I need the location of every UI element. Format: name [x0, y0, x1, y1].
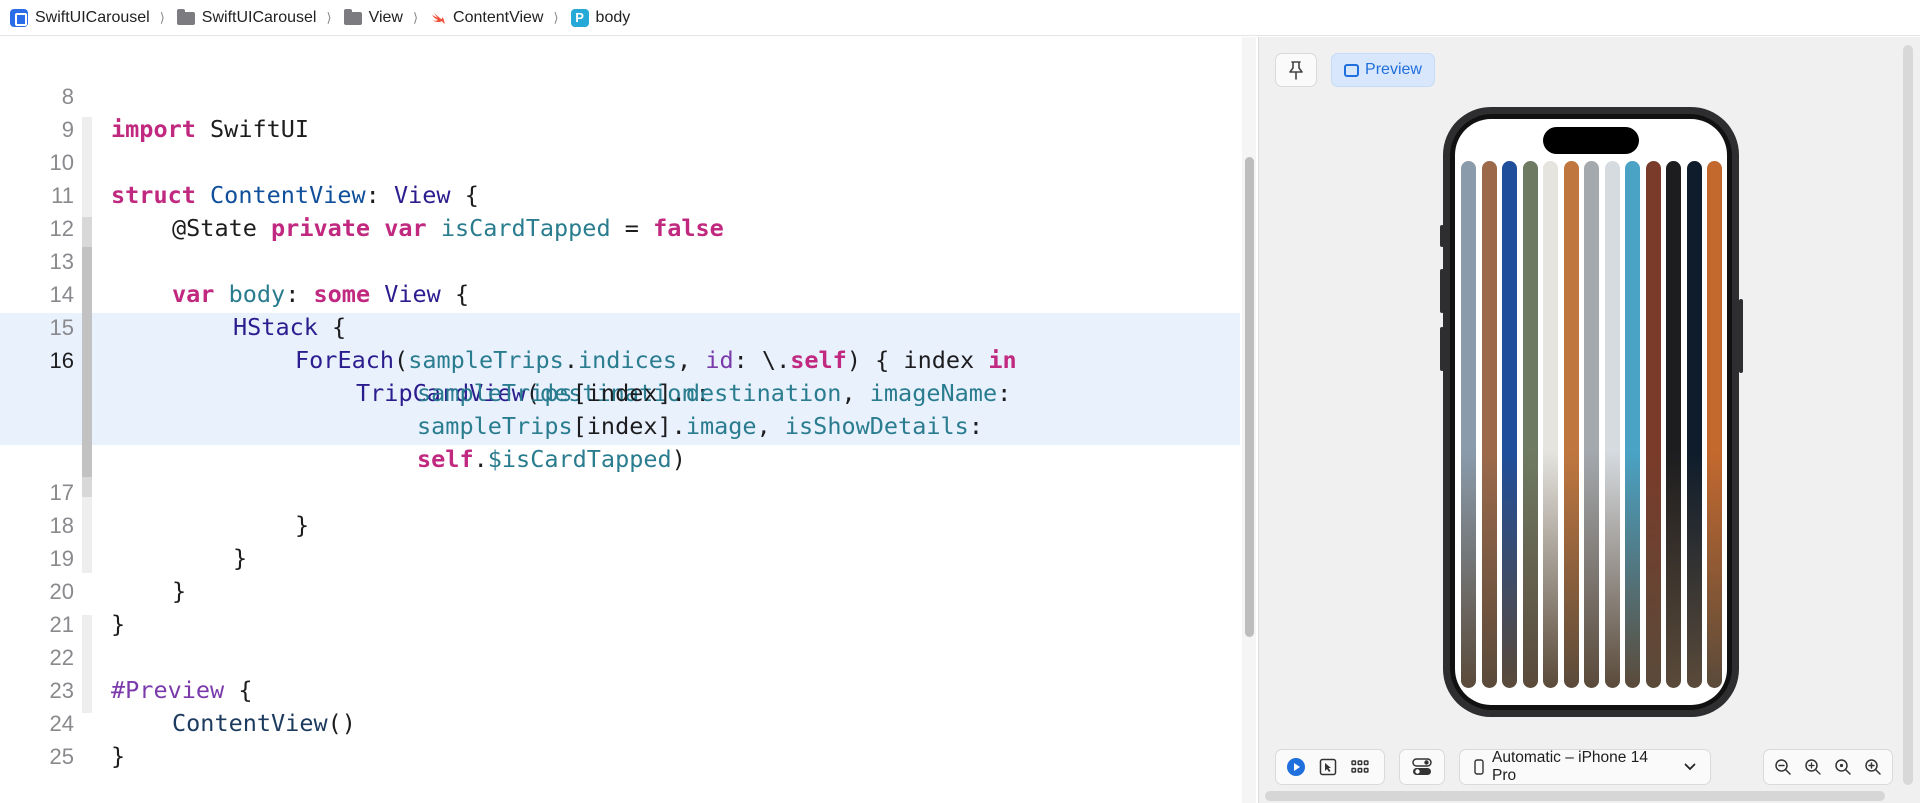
dynamic-island [1543, 127, 1639, 154]
code-line[interactable]: 8 import SwiftUI [0, 47, 1240, 143]
zoom-to-fit-button[interactable] [1800, 753, 1826, 781]
preview-canvas: Preview Automatic – iPhone 14 Pro [1258, 37, 1920, 803]
code-line[interactable]: 15 ForEach(sampleTrips.indices, id: \.se… [0, 278, 1240, 374]
swift-file-icon [432, 12, 446, 24]
device-picker[interactable]: Automatic – iPhone 14 Pro [1459, 749, 1711, 785]
breadcrumb-separator: ⟩ [412, 9, 419, 25]
code-line[interactable]: 11 @State private var isCardTapped = fal… [0, 146, 1240, 242]
zoom-in-icon [1865, 759, 1881, 775]
selectable-mode-button[interactable] [1314, 753, 1342, 781]
breadcrumb-separator: ⟩ [326, 9, 332, 25]
punctuation: } [111, 742, 126, 770]
code-line[interactable]: 17 } [0, 443, 1240, 539]
device-settings-group [1399, 749, 1445, 785]
trip-card[interactable] [1502, 161, 1517, 688]
device-frame [1443, 107, 1739, 717]
device-screen[interactable] [1455, 119, 1727, 705]
editor-scrollbar[interactable] [1242, 37, 1256, 803]
breadcrumb-label: SwiftUICarousel [35, 8, 150, 26]
app-icon [10, 8, 28, 27]
trip-card[interactable] [1481, 161, 1497, 688]
zoom-controls [1763, 749, 1893, 785]
breadcrumb-separator: ⟩ [159, 9, 165, 25]
preview-label: Preview [1365, 61, 1422, 78]
grid-icon [1351, 760, 1369, 773]
breadcrumb-item-project[interactable]: SwiftUICarousel [10, 8, 150, 27]
line-number: 25 [49, 744, 74, 769]
code-line[interactable]: 23 ContentView() [0, 641, 1240, 737]
code-line[interactable]: 18 } [0, 476, 1240, 572]
code-line[interactable]: 20 } [0, 542, 1240, 638]
code-line-wrap[interactable]: sampleTrips[index].destination, imageNam… [0, 344, 1240, 407]
canvas-toolbar: Automatic – iPhone 14 Pro [1259, 749, 1920, 789]
code-line[interactable]: 19 } [0, 509, 1240, 605]
zoom-actual-button[interactable] [1830, 753, 1856, 781]
canvas-horizontal-scrollbar[interactable] [1265, 791, 1885, 801]
trip-card[interactable] [1686, 161, 1702, 688]
code-line[interactable]: 9 [0, 80, 1240, 142]
code-line-wrap[interactable]: sampleTrips[index].image, isShowDetails: [0, 377, 1240, 440]
zoom-out-button[interactable] [1770, 753, 1796, 781]
trip-card[interactable] [1645, 161, 1661, 688]
preview-tab-button[interactable]: Preview [1331, 53, 1435, 87]
code-line[interactable]: 25 [0, 707, 1240, 769]
zoom-actual-icon [1835, 759, 1851, 775]
breadcrumb-item-group[interactable]: SwiftUICarousel [176, 8, 317, 27]
code-line[interactable]: 10 struct ContentView: View { [0, 113, 1240, 209]
trip-card[interactable] [1461, 161, 1476, 688]
code-line-wrap[interactable]: self.$isCardTapped) [0, 410, 1240, 473]
property-icon: P [570, 8, 589, 27]
toggles-icon [1412, 758, 1432, 775]
breadcrumb-label: body [595, 8, 631, 26]
trip-card[interactable] [1707, 161, 1722, 688]
live-mode-button[interactable] [1282, 753, 1310, 781]
canvas-vertical-scrollbar[interactable] [1903, 45, 1913, 785]
breadcrumb: SwiftUICarousel ⟩ SwiftUICarousel ⟩ View… [0, 0, 1920, 36]
code-line[interactable]: 21 [0, 575, 1240, 637]
breadcrumb-label: ContentView [453, 8, 544, 26]
folder-icon [343, 9, 362, 25]
zoom-out-icon [1775, 759, 1791, 775]
variants-mode-button[interactable] [1346, 753, 1374, 781]
trip-card[interactable] [1584, 161, 1599, 688]
preview-icon [1344, 63, 1360, 77]
code-line[interactable]: 22 #Preview { [0, 608, 1240, 704]
trip-card[interactable] [1522, 161, 1538, 688]
trip-card[interactable] [1625, 161, 1640, 688]
zoom-fit-icon [1805, 759, 1821, 775]
phone-side-button [1739, 299, 1743, 373]
iphone-icon [1474, 759, 1484, 775]
zoom-in-button[interactable] [1860, 753, 1886, 781]
source-editor[interactable]: 8 import SwiftUI 9 10 struct ContentView… [0, 37, 1240, 803]
trip-card[interactable] [1543, 161, 1558, 688]
breadcrumb-item-symbol[interactable]: P body [570, 8, 631, 27]
code-line[interactable]: 12 [0, 179, 1240, 241]
trip-card[interactable] [1666, 161, 1681, 688]
breadcrumb-item-view-folder[interactable]: View [343, 8, 403, 27]
code-line[interactable]: 24 } [0, 674, 1240, 770]
cursor-select-icon [1319, 758, 1337, 776]
editor-scrollbar-thumb[interactable] [1245, 157, 1254, 637]
code-line[interactable]: 14 HStack { [0, 245, 1240, 341]
pin-icon [1289, 61, 1303, 80]
breadcrumb-label: SwiftUICarousel [201, 8, 317, 26]
trip-card[interactable] [1563, 161, 1579, 688]
code-line[interactable]: 13 var body: some View { [0, 212, 1240, 308]
pin-preview-button[interactable] [1275, 53, 1317, 87]
folder-icon [176, 9, 195, 25]
breadcrumb-label: View [368, 8, 403, 26]
play-icon [1287, 758, 1305, 776]
code-line[interactable]: 16 TripCardView(destination: [0, 311, 1240, 407]
chevron-down-icon [1684, 763, 1696, 771]
device-picker-label: Automatic – iPhone 14 Pro [1491, 749, 1648, 784]
device-settings-button[interactable] [1408, 753, 1436, 781]
preview-mode-group [1275, 749, 1385, 785]
breadcrumb-separator: ⟩ [553, 9, 559, 25]
breadcrumb-item-file[interactable]: ContentView [430, 9, 543, 27]
trip-card[interactable] [1604, 161, 1620, 688]
